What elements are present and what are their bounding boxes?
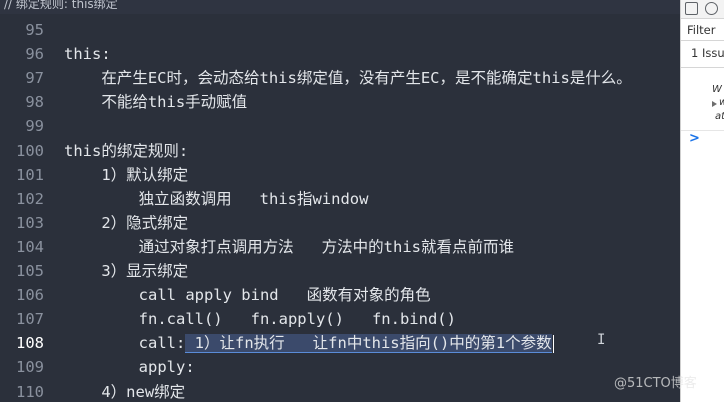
issues-counter[interactable]: 1 Issue bbox=[691, 46, 724, 60]
watermark: @51CTO博客 bbox=[614, 376, 697, 391]
line-number: 104 bbox=[16, 237, 44, 256]
code-text: this的绑定规则: bbox=[64, 141, 189, 160]
text-caret bbox=[552, 334, 554, 353]
line-number: 95 bbox=[25, 21, 44, 39]
line-number: 101 bbox=[16, 165, 44, 184]
code-text: 不能给this手动赋值 bbox=[64, 93, 248, 112]
code-text: 独立函数调用 this指window bbox=[64, 189, 369, 208]
console-message: W bbox=[712, 84, 722, 95]
code-editor[interactable]: // 绑定规则: this绑定 ------------------------… bbox=[0, 0, 680, 402]
code-line[interactable]: 96 this: bbox=[0, 42, 680, 66]
devtools-toolbar bbox=[681, 0, 724, 19]
code-line[interactable]: 103 2）隐式绑定 bbox=[0, 211, 680, 235]
editor-tab-strip: // 绑定规则: this绑定 ------------------------… bbox=[0, 0, 680, 14]
code-line[interactable]: 106 call apply bind 函数有对象的角色 bbox=[0, 283, 680, 307]
line-number: 98 bbox=[25, 93, 44, 112]
console-message: w, bbox=[719, 97, 724, 108]
devtools-divider bbox=[681, 67, 724, 68]
code-line[interactable]: 98 不能给this手动赋值 bbox=[0, 90, 680, 114]
expand-triangle-icon[interactable] bbox=[712, 101, 717, 107]
code-text: 通过对象打点调用方法 方法中的this就看点前而谁 bbox=[64, 237, 514, 256]
line-number: 108 bbox=[16, 334, 44, 353]
code-line[interactable]: 101 1）默认绑定 bbox=[0, 163, 680, 187]
line-number: 110 bbox=[16, 382, 44, 401]
code-text: 2）隐式绑定 bbox=[64, 213, 189, 232]
code-text: 4）new绑定 bbox=[64, 382, 186, 401]
devtools-divider bbox=[681, 40, 724, 41]
code-line[interactable]: 110 4）new绑定 bbox=[0, 380, 680, 402]
code-text: fn.call() fn.apply() fn.bind() bbox=[64, 310, 456, 329]
code-text-prefix: call: bbox=[64, 334, 186, 353]
code-line[interactable]: 100 this的绑定规则: bbox=[0, 139, 680, 163]
devtools-panel: Filter 1 Issue W w, at > bbox=[680, 0, 724, 402]
code-line[interactable]: 107 fn.call() fn.apply() fn.bind() bbox=[0, 307, 680, 331]
line-number: 97 bbox=[25, 69, 44, 88]
devtools-divider bbox=[681, 130, 724, 131]
code-text: 1）默认绑定 bbox=[64, 165, 189, 184]
code-text: 3）显示绑定 bbox=[64, 262, 189, 280]
code-text: call apply bind 函数有对象的角色 bbox=[64, 286, 431, 305]
code-text: call: 1）让fn执行 让fn中this指向()中的第1个参数 bbox=[64, 331, 554, 355]
code-line[interactable]: 105 3）显示绑定 bbox=[0, 259, 680, 283]
line-number: 100 bbox=[16, 141, 44, 160]
code-text: apply: bbox=[64, 358, 195, 377]
line-number: 102 bbox=[16, 189, 44, 208]
code-text: 在产生EC时，会动态给this绑定值，没有产生EC，是不能确定this是什么。 bbox=[64, 69, 632, 88]
code-line[interactable]: 102 独立函数调用 this指window bbox=[0, 187, 680, 211]
sidebar-toggle-icon[interactable] bbox=[685, 2, 698, 15]
code-line[interactable]: 104 通过对象打点调用方法 方法中的this就看点前而谁 bbox=[0, 235, 680, 259]
line-number: 109 bbox=[16, 358, 44, 377]
line-number: 105 bbox=[16, 262, 44, 280]
block-icon[interactable] bbox=[705, 2, 718, 15]
code-line[interactable]: 95 bbox=[0, 18, 680, 42]
line-number: 103 bbox=[16, 213, 44, 232]
console-message: at bbox=[715, 111, 724, 122]
code-text: this: bbox=[64, 45, 111, 64]
line-number: 96 bbox=[25, 45, 44, 64]
ibeam-cursor-icon: I bbox=[597, 332, 606, 348]
filter-input[interactable]: Filter bbox=[687, 23, 715, 37]
code-line[interactable]: 109 apply: bbox=[0, 355, 680, 379]
code-line[interactable]: 108 call: 1）让fn执行 让fn中this指向()中的第1个参数 bbox=[0, 331, 680, 355]
comment-divider: ----------------------------------------… bbox=[64, 8, 424, 14]
line-number: 106 bbox=[16, 286, 44, 305]
console-prompt-icon[interactable]: > bbox=[689, 131, 700, 146]
line-number: 107 bbox=[16, 310, 44, 329]
code-line[interactable]: 99 bbox=[0, 114, 680, 138]
text-selection: 1）让fn执行 让fn中this指向()中的第1个参数 bbox=[185, 334, 552, 354]
code-line[interactable]: 97 在产生EC时，会动态给this绑定值，没有产生EC，是不能确定this是什… bbox=[0, 66, 680, 90]
line-number: 99 bbox=[25, 117, 44, 136]
